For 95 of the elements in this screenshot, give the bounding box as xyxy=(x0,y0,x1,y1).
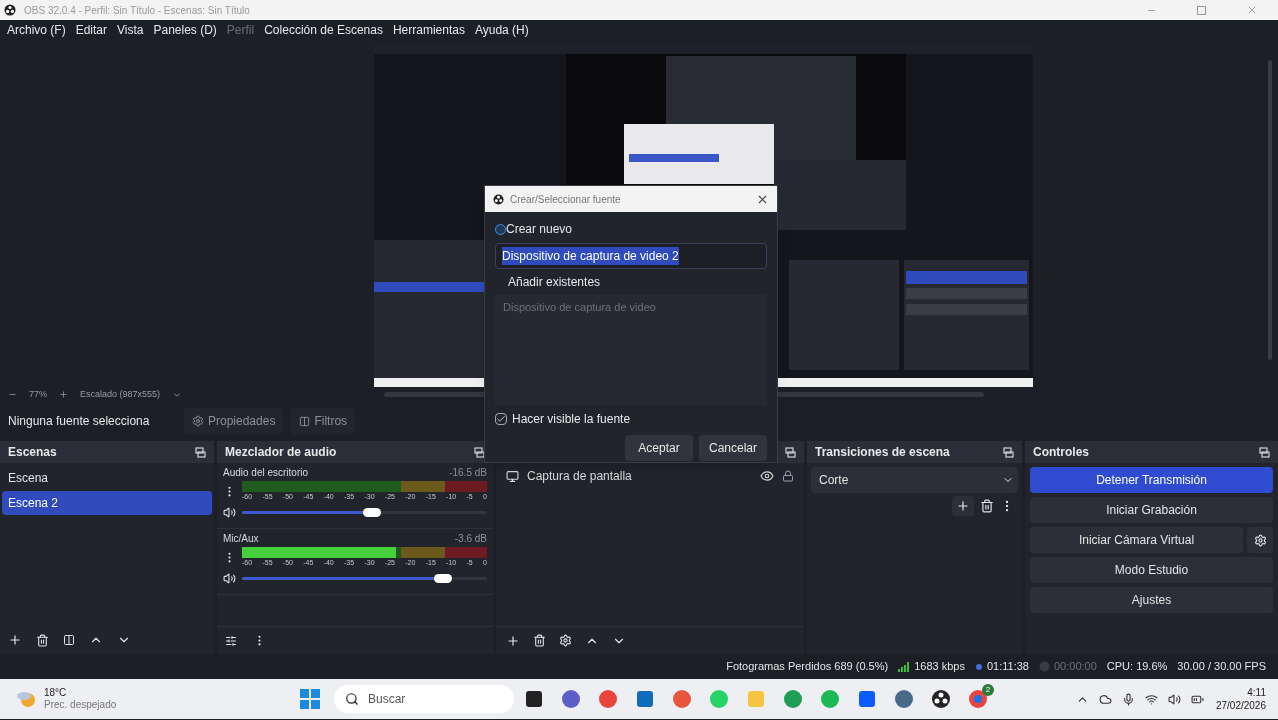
channel-reading: -16.5 dB xyxy=(449,465,487,480)
volume-slider[interactable] xyxy=(242,507,487,518)
source-status: Ninguna fuente selecciona xyxy=(8,413,151,430)
dropped-frames: Fotogramas Perdidos 689 (0.5%) xyxy=(726,658,889,675)
channel-name: Audio del escritorio xyxy=(223,465,309,480)
menu-item[interactable]: Colección de Escenas xyxy=(259,21,388,39)
zoom-level: 77% xyxy=(29,387,47,401)
dock-title: Controles xyxy=(1033,444,1089,461)
float-dock-icon[interactable] xyxy=(474,446,485,458)
fps: 30.00 / 30.00 FPS xyxy=(1177,659,1266,675)
properties-button[interactable]: Propiedades xyxy=(184,408,284,434)
filters-icon xyxy=(299,415,311,427)
option-label[interactable]: Crear nuevo xyxy=(506,220,573,238)
add-icon[interactable] xyxy=(506,633,520,648)
wifi-icon[interactable] xyxy=(1144,692,1158,706)
start-icon[interactable] xyxy=(300,689,320,709)
menu-item[interactable]: Editar xyxy=(70,21,113,39)
volume-icon[interactable] xyxy=(223,506,236,519)
control-button[interactable]: Detener Transmisión xyxy=(1030,467,1273,493)
control-button[interactable]: Iniciar Cámara Virtual xyxy=(1030,527,1243,553)
clock-date: 27/02/2026 xyxy=(1215,699,1266,712)
bitrate: 1683 kbps xyxy=(914,659,965,675)
add-button[interactable] xyxy=(952,496,974,516)
channel-name: Mic/Aux xyxy=(223,531,259,546)
maximize-icon[interactable] xyxy=(1197,5,1206,15)
volume-thumb[interactable] xyxy=(362,508,381,517)
volume-icon[interactable] xyxy=(1167,692,1181,706)
menu-item[interactable]: Archivo (F) xyxy=(2,21,71,39)
notification-badge: 2 xyxy=(982,684,994,696)
settings-icon[interactable] xyxy=(559,634,572,647)
app-logo-icon xyxy=(493,193,504,205)
stream-time: 01:11:38 xyxy=(986,659,1029,675)
checkbox[interactable] xyxy=(495,413,507,425)
delete-icon[interactable] xyxy=(980,499,994,513)
checkbox-label[interactable]: Hacer visible la fuente xyxy=(512,410,631,428)
app-icon[interactable] xyxy=(931,689,951,709)
volume-thumb[interactable] xyxy=(433,574,452,583)
cpu-usage: CPU: 19.6% xyxy=(1106,659,1168,675)
control-button[interactable]: Iniciar Grabación xyxy=(1030,497,1273,523)
float-dock-icon[interactable] xyxy=(785,446,796,458)
control-button[interactable]: Ajustes xyxy=(1030,587,1273,613)
temperature: 18°C xyxy=(44,687,68,699)
monitor-icon xyxy=(506,469,519,483)
signal-icon xyxy=(898,661,911,672)
stream-indicator-icon xyxy=(974,662,983,671)
float-dock-icon[interactable] xyxy=(1003,446,1014,458)
name-field[interactable]: Dispositivo de captura de video 2 xyxy=(495,243,767,269)
float-dock-icon[interactable] xyxy=(1259,446,1270,458)
settings-button[interactable] xyxy=(1247,527,1273,553)
eye-icon[interactable] xyxy=(760,469,774,483)
menu-item[interactable]: Paneles (D) xyxy=(148,21,222,39)
weather-text: Prec. despejado xyxy=(44,699,117,711)
option-label[interactable]: Añadir existentes xyxy=(508,273,601,291)
search-icon xyxy=(345,692,359,706)
dock-title: Escenas xyxy=(8,444,57,461)
lock-icon[interactable] xyxy=(782,470,794,482)
menu-item[interactable]: Herramientas xyxy=(387,21,470,39)
scene-item[interactable]: Escena xyxy=(2,466,212,490)
menu-item[interactable]: Vista xyxy=(112,21,149,39)
record-indicator-icon xyxy=(1038,661,1050,672)
dialog-button[interactable]: Cancelar xyxy=(699,435,767,461)
volume-icon[interactable] xyxy=(223,572,236,585)
scene-item[interactable]: Escena 2 xyxy=(2,491,212,515)
add-icon[interactable] xyxy=(8,633,22,647)
mixer-settings-icon[interactable] xyxy=(225,634,237,647)
dialog-button[interactable]: Aceptar xyxy=(625,435,693,461)
channel-reading: -3.6 dB xyxy=(454,531,487,546)
source-item[interactable]: Captura de pantalla xyxy=(527,467,752,485)
microphone-icon[interactable] xyxy=(1121,692,1135,706)
window-title: OBS 32.0.4 - Perfil: Sin Título - Escenas: Sin Título xyxy=(24,3,250,18)
radio-button[interactable] xyxy=(495,223,506,235)
dialog-title: Crear/Seleccionar fuente xyxy=(510,192,622,207)
gear-icon xyxy=(1253,533,1267,547)
app-logo-icon xyxy=(4,4,16,16)
scaling-label: Escalado (987x555) xyxy=(80,387,161,401)
add-icon xyxy=(956,499,970,513)
app-icon[interactable] xyxy=(524,689,544,709)
cloud-icon[interactable] xyxy=(1098,692,1112,706)
control-button[interactable]: Modo Estudio xyxy=(1030,557,1273,583)
dock-title: Transiciones de escena xyxy=(815,444,950,461)
delete-icon[interactable] xyxy=(36,633,49,647)
zoom-in-icon[interactable] xyxy=(59,390,68,399)
filters-icon[interactable] xyxy=(63,634,75,646)
volume-slider[interactable] xyxy=(242,573,487,584)
search-field[interactable]: Buscar xyxy=(334,685,514,713)
selected-text: Dispositivo de captura de video 2 xyxy=(502,247,679,265)
gear-icon xyxy=(192,415,204,427)
filters-button[interactable]: Filtros xyxy=(291,408,356,434)
record-time: 00:00:00 xyxy=(1053,659,1097,675)
dock-title: Mezclador de audio xyxy=(225,444,337,461)
menu-item[interactable]: Ayuda (H) xyxy=(469,21,534,39)
float-dock-icon[interactable] xyxy=(195,446,206,458)
delete-icon[interactable] xyxy=(533,634,546,647)
clock-time: 4:11 xyxy=(1247,686,1266,699)
transition-dropdown[interactable]: Corte xyxy=(811,467,1018,493)
